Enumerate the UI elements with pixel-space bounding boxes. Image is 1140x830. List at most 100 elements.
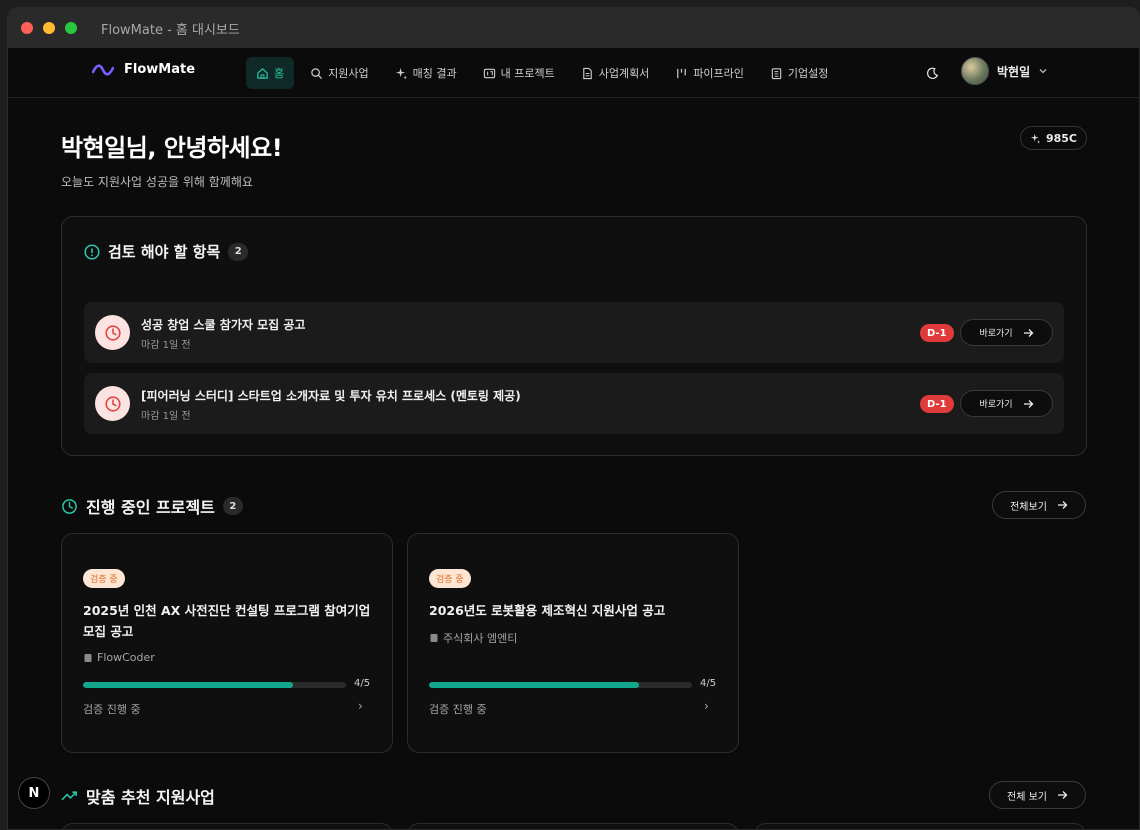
projects-header: 진행 중인 프로젝트 2	[61, 494, 243, 518]
arrow-right-icon	[1023, 328, 1033, 337]
project-state: 검증 진행 중	[83, 703, 141, 716]
brand-logo[interactable]: FlowMate	[92, 62, 195, 77]
deadline-icon-wrap	[95, 315, 130, 350]
go-button[interactable]: 바로가기	[960, 390, 1053, 417]
document-icon	[582, 67, 592, 79]
nav-matching-label: 매칭 결과	[412, 67, 457, 80]
page-title: 박현일님, 안녕하세요!	[61, 134, 283, 162]
project-state: 검증 진행 중	[429, 703, 487, 716]
clock-icon	[104, 324, 121, 341]
nav-company-settings-label: 기업설정	[787, 67, 829, 80]
arrow-right-icon	[1057, 791, 1068, 799]
progress-fill	[83, 682, 294, 688]
clock-icon	[62, 498, 77, 514]
progress-text: 4/5	[354, 678, 371, 689]
zoom-window-button[interactable]	[65, 22, 77, 34]
project-title: 2026년도 로봇활용 제조혁신 지원사업 공고	[429, 603, 666, 618]
review-item: 성공 창업 스쿨 참가자 모집 공고 마감 1일 전 D-1 바로가기	[84, 302, 1064, 363]
recommend-card[interactable]	[61, 823, 393, 829]
building-icon	[771, 67, 782, 79]
main-menu: 홈 지원사업 매칭 결과 내 프로젝트 사업계획서 파이프라인 기업설정	[246, 57, 838, 89]
credit-badge[interactable]: 985C	[1019, 126, 1087, 150]
project-org: 주식회사 엠엔티	[429, 630, 517, 646]
title-bar: FlowMate - 홈 대시보드	[8, 8, 1139, 48]
progress-text: 4/5	[700, 678, 717, 689]
review-header: 검토 해야 할 항목 2	[84, 241, 249, 262]
dday-badge: D-1	[920, 324, 954, 342]
nav-home[interactable]: 홈	[246, 57, 295, 89]
nav-business-plan-label: 사업계획서	[598, 67, 650, 80]
projects-view-all-button[interactable]: 전체보기	[992, 491, 1086, 519]
window-title: FlowMate - 홈 대시보드	[101, 22, 240, 38]
dday-badge: D-1	[920, 395, 954, 413]
clock-icon	[104, 395, 121, 412]
arrow-right-icon	[1057, 501, 1068, 509]
credit-value: 985C	[1045, 131, 1077, 145]
project-org-name: FlowCoder	[97, 651, 155, 664]
project-org: FlowCoder	[83, 651, 155, 664]
home-icon	[257, 67, 268, 79]
recommend-header: 맞춤 추천 지원사업	[61, 784, 215, 808]
review-count-badge: 2	[228, 242, 249, 261]
recommend-card[interactable]	[754, 823, 1086, 829]
assistant-fab-button[interactable]: N	[18, 777, 50, 809]
user-menu[interactable]: 박현일	[961, 57, 1048, 85]
review-item-title: [피어러닝 스터디] 스타트업 소개자료 및 투자 유치 프로세스 (멘토링 제…	[141, 389, 521, 403]
building-icon	[430, 634, 438, 642]
theme-toggle-button[interactable]	[922, 63, 942, 83]
nav-programs[interactable]: 지원사업	[300, 57, 378, 89]
minimize-window-button[interactable]	[43, 22, 55, 34]
review-item-deadline: 마감 1일 전	[141, 340, 191, 351]
review-item-deadline: 마감 1일 전	[141, 411, 191, 422]
go-button[interactable]: 바로가기	[960, 319, 1053, 346]
nav-programs-label: 지원사업	[328, 67, 369, 80]
nav-projects[interactable]: 내 프로젝트	[473, 57, 565, 89]
flowmate-logo-icon	[92, 63, 114, 76]
go-button-label: 바로가기	[979, 329, 1013, 339]
nav-business-plan[interactable]: 사업계획서	[571, 57, 660, 89]
chevron-right-icon: ›	[704, 699, 709, 713]
project-card[interactable]: 검증 중 2026년도 로봇활용 제조혁신 지원사업 공고 주식회사 엠엔티 4…	[407, 533, 739, 753]
deadline-icon-wrap	[95, 386, 130, 421]
close-window-button[interactable]	[21, 22, 33, 34]
pipeline-icon	[677, 68, 687, 78]
sparkle-icon	[1030, 133, 1041, 144]
chevron-down-icon	[1039, 69, 1047, 74]
page-subtitle: 오늘도 지원사업 성공을 위해 함께해요	[61, 175, 253, 189]
status-badge: 검증 중	[83, 569, 125, 588]
projects-count-badge: 2	[222, 497, 243, 515]
projects-title: 진행 중인 프로젝트	[86, 498, 215, 517]
main-content: 박현일님, 안녕하세요! 오늘도 지원사업 성공을 위해 함께해요 985C 검…	[61, 98, 1087, 829]
progress-bar	[429, 682, 692, 688]
review-title: 검토 해야 할 항목	[108, 243, 221, 261]
progress-bar	[83, 682, 346, 688]
nav-company-settings[interactable]: 기업설정	[760, 57, 838, 89]
folder-icon	[483, 68, 495, 78]
chevron-right-icon: ›	[358, 699, 363, 713]
project-card[interactable]: 검증 중 2025년 인천 AX 사전진단 컨설팅 프로그램 참여기업 모집 공…	[61, 533, 393, 753]
review-panel: 검토 해야 할 항목 2 성공 창업 스쿨 참가자 모집 공고 마감 1일 전 …	[61, 216, 1087, 456]
project-title: 2025년 인천 AX 사전진단 컨설팅 프로그램 참여기업 모집 공고	[83, 603, 371, 639]
nav-pipeline-label: 파이프라인	[693, 67, 744, 80]
trending-up-icon	[61, 791, 77, 801]
recommend-view-all-button[interactable]: 전체 보기	[989, 781, 1086, 809]
progress-fill	[429, 682, 640, 688]
app-window: FlowMate - 홈 대시보드 FlowMate 홈 지원사업 매칭 결과	[7, 7, 1140, 830]
nav-matching[interactable]: 매칭 결과	[385, 57, 467, 89]
review-item: [피어러닝 스터디] 스타트업 소개자료 및 투자 유치 프로세스 (멘토링 제…	[84, 373, 1064, 434]
top-nav: FlowMate 홈 지원사업 매칭 결과 내 프로젝트 사업계획서 파이프라인…	[8, 48, 1139, 98]
recommend-view-all-label: 전체 보기	[1007, 791, 1047, 803]
avatar	[961, 57, 989, 85]
moon-icon	[926, 67, 938, 79]
recommend-card[interactable]	[407, 823, 739, 829]
nav-projects-label: 내 프로젝트	[500, 67, 555, 80]
search-icon	[311, 67, 323, 79]
arrow-right-icon	[1023, 399, 1033, 408]
brand-name: FlowMate	[124, 62, 196, 77]
review-item-title: 성공 창업 스쿨 참가자 모집 공고	[141, 318, 306, 332]
nav-pipeline[interactable]: 파이프라인	[665, 57, 754, 89]
user-name: 박현일	[997, 64, 1031, 79]
nav-home-label: 홈	[274, 67, 285, 80]
project-org-name: 주식회사 엠엔티	[443, 632, 518, 645]
recommend-title: 맞춤 추천 지원사업	[86, 788, 215, 807]
